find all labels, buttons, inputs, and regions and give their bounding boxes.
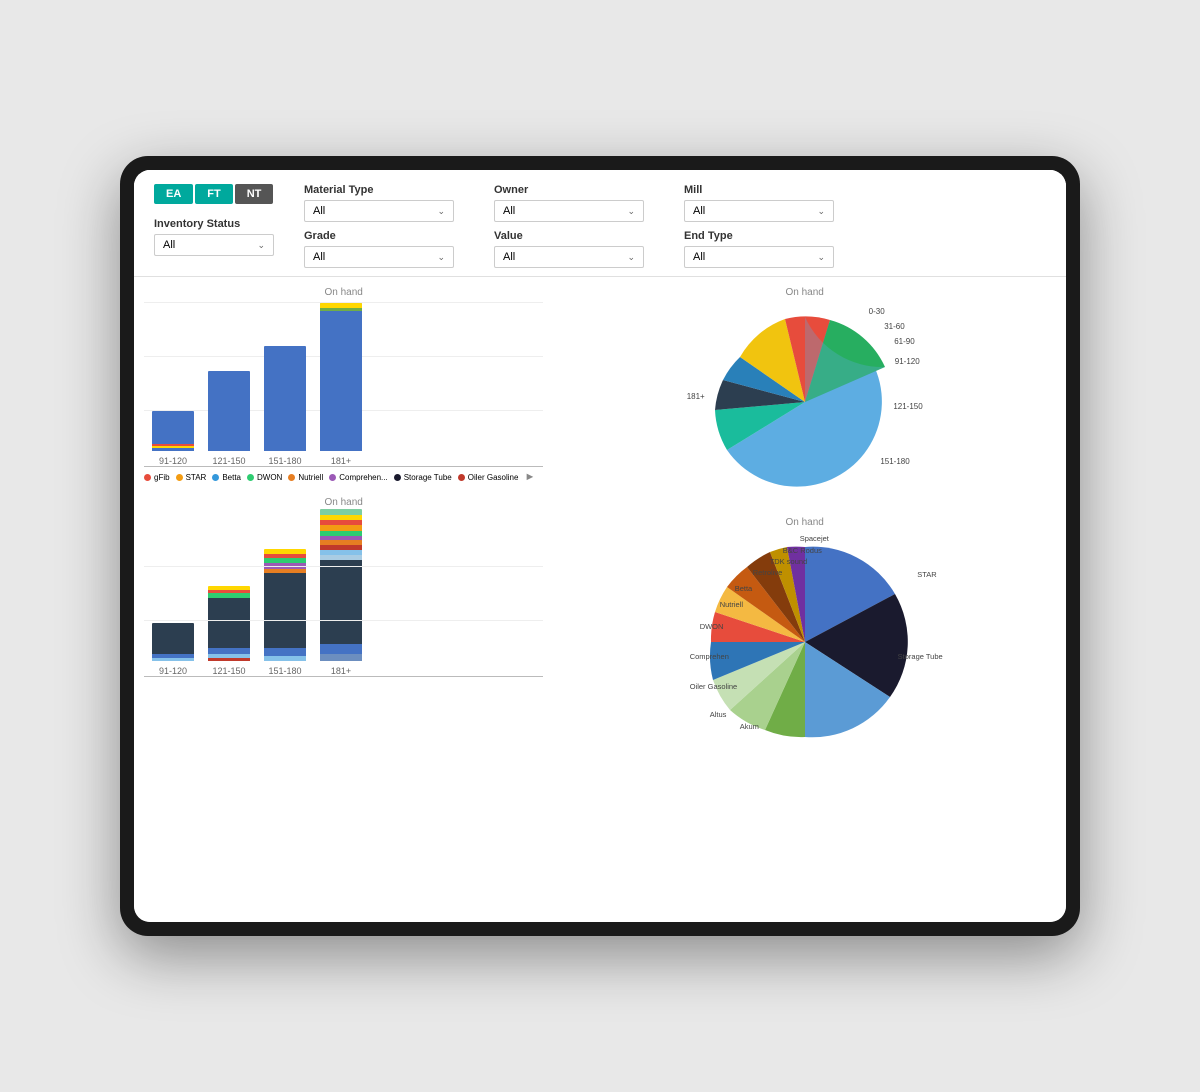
on-hand-label-2: On hand [144, 497, 543, 508]
tab-nt[interactable]: NT [235, 184, 274, 204]
end-type-select[interactable]: All ⌄ [684, 246, 834, 268]
chevron-down-icon: ⌄ [817, 206, 825, 217]
pie2-on-hand-label: On hand [786, 517, 824, 528]
bar-chart-1-section: On hand [144, 287, 543, 487]
value-filter: Value All ⌄ [494, 230, 654, 268]
legend-storage-tube: Storage Tube [404, 473, 452, 482]
tab-group: EA FT NT [154, 184, 284, 204]
charts-area: On hand [134, 277, 1066, 919]
pie-chart-2 [665, 532, 945, 752]
inventory-status-select[interactable]: All ⌄ [154, 234, 274, 256]
end-type-value: All [693, 251, 705, 263]
bar-121-150: 121-150 [208, 371, 250, 466]
pie-chart-1 [685, 302, 925, 502]
legend-more[interactable]: ► [524, 471, 535, 483]
material-type-filter: Material Type All ⌄ [304, 184, 464, 222]
legend-nutriell: Nutriell [298, 473, 323, 482]
grade-filter: Grade All ⌄ [304, 230, 464, 268]
filter-grid: Material Type All ⌄ Owner All ⌄ [304, 184, 844, 268]
material-type-select[interactable]: All ⌄ [304, 200, 454, 222]
chevron-down-icon: ⌄ [437, 206, 445, 217]
mill-select[interactable]: All ⌄ [684, 200, 834, 222]
legend-star: STAR [186, 473, 207, 482]
pie-chart-1-section: On hand [553, 287, 1056, 507]
stacked-bar-151-180: 151-180 [264, 549, 306, 676]
inventory-status-label: Inventory Status [154, 218, 284, 230]
mill-filter: Mill All ⌄ [684, 184, 844, 222]
filter-bar: EA FT NT Inventory Status All ⌄ Material… [134, 170, 1066, 277]
legend-dwon: DWON [257, 473, 282, 482]
chart1-legend: gFib STAR Betta DWON Nutriell Comprehen.… [144, 467, 543, 487]
end-type-label: End Type [684, 230, 844, 242]
stacked-bar-91-120: 91-120 [152, 623, 194, 676]
stacked-label-91-120: 91-120 [159, 666, 187, 676]
bar-91-120: 91-120 [152, 411, 194, 466]
right-charts: On hand [553, 277, 1066, 919]
legend-comprehen: Comprehen... [339, 473, 387, 482]
grade-value: All [313, 251, 325, 263]
bar-chart-2-section: On hand [144, 497, 543, 677]
left-controls: EA FT NT Inventory Status All ⌄ [154, 184, 284, 256]
value-select[interactable]: All ⌄ [494, 246, 644, 268]
chevron-down-icon: ⌄ [627, 206, 635, 217]
grade-label: Grade [304, 230, 464, 242]
stacked-label-151-180: 151-180 [268, 666, 301, 676]
dashboard: EA FT NT Inventory Status All ⌄ Material… [134, 170, 1066, 922]
mill-value: All [693, 205, 705, 217]
bar-151-180: 151-180 [264, 346, 306, 466]
material-type-label: Material Type [304, 184, 464, 196]
stacked-label-121-150: 121-150 [212, 666, 245, 676]
inventory-status-value: All [163, 239, 175, 251]
pie1-on-hand-label: On hand [786, 287, 824, 298]
stacked-bar-181-plus: 181+ [320, 509, 362, 676]
bar-label-181-plus: 181+ [331, 456, 351, 466]
chevron-down-icon: ⌄ [627, 252, 635, 263]
chevron-down-icon: ⌄ [817, 252, 825, 263]
material-type-value: All [313, 205, 325, 217]
end-type-filter: End Type All ⌄ [684, 230, 844, 268]
bar-label-91-120: 91-120 [159, 456, 187, 466]
value-label: Value [494, 230, 654, 242]
mill-label: Mill [684, 184, 844, 196]
owner-value: All [503, 205, 515, 217]
owner-label: Owner [494, 184, 654, 196]
legend-gfib: gFib [154, 473, 170, 482]
tablet-frame: EA FT NT Inventory Status All ⌄ Material… [120, 156, 1080, 936]
grade-select[interactable]: All ⌄ [304, 246, 454, 268]
bar-label-121-150: 121-150 [212, 456, 245, 466]
bar-181-plus: 181+ [320, 303, 362, 466]
owner-select[interactable]: All ⌄ [494, 200, 644, 222]
stacked-label-181-plus: 181+ [331, 666, 351, 676]
bar-label-151-180: 151-180 [268, 456, 301, 466]
chevron-down-icon: ⌄ [257, 240, 265, 251]
tablet-screen: EA FT NT Inventory Status All ⌄ Material… [134, 170, 1066, 922]
legend-betta: Betta [222, 473, 241, 482]
legend-oiler-gasoline: Oiler Gasoline [468, 473, 519, 482]
chevron-down-icon: ⌄ [437, 252, 445, 263]
tab-ft[interactable]: FT [195, 184, 232, 204]
on-hand-label-1: On hand [144, 287, 543, 298]
pie-chart-2-section: On hand [553, 517, 1056, 757]
owner-filter: Owner All ⌄ [494, 184, 654, 222]
value-value: All [503, 251, 515, 263]
tab-ea[interactable]: EA [154, 184, 193, 204]
left-charts: On hand [134, 277, 553, 919]
stacked-bar-121-150: 121-150 [208, 586, 250, 676]
